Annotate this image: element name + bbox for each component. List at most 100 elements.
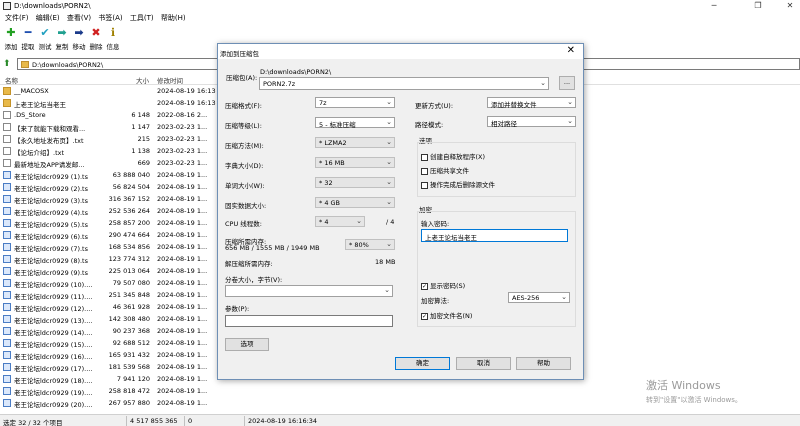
chevron-down-icon: ⌄ bbox=[561, 293, 567, 301]
minimize-icon[interactable]: ─ bbox=[708, 1, 720, 11]
encryption-method-label: 加密算法: bbox=[421, 297, 450, 305]
app-icon bbox=[3, 2, 11, 10]
file-size: 316 367 152 bbox=[108, 195, 150, 203]
file-name: .DS_Store bbox=[14, 111, 46, 119]
cpu-threads-combo[interactable]: * 4 ⌄ bbox=[315, 216, 365, 227]
menu-file[interactable]: 文件(F) bbox=[5, 12, 29, 24]
menu-help[interactable]: 帮助(H) bbox=[161, 12, 186, 24]
file-date: 2024-08-19 1... bbox=[157, 375, 208, 383]
status-modified: 2024-08-19 16:16:34 bbox=[248, 417, 318, 425]
archive-label: 压缩包(A): bbox=[226, 74, 258, 82]
menu-edit[interactable]: 编辑(E) bbox=[36, 12, 60, 24]
file-date: 2024-08-19 1... bbox=[157, 171, 208, 179]
up-folder-icon[interactable]: ⬆ bbox=[3, 59, 11, 69]
solid-block-size-combo[interactable]: * 4 GB ⌄ bbox=[315, 197, 395, 208]
menu-tools[interactable]: 工具(T) bbox=[130, 12, 154, 24]
file-name: 老王论坛ldcr0929 (1).ts bbox=[14, 173, 88, 181]
video-file-icon bbox=[3, 267, 11, 275]
checkbox-box: ✓ bbox=[421, 282, 428, 290]
video-file-icon bbox=[3, 243, 11, 251]
memory-percent-combo[interactable]: * 80% ⌄ bbox=[345, 239, 395, 250]
chevron-down-icon: ⌄ bbox=[384, 286, 390, 294]
file-date: 2024-08-19 1... bbox=[157, 255, 208, 263]
chevron-down-icon: ⌄ bbox=[386, 98, 392, 106]
compression-level-combo[interactable]: 5 - 标准压缩 ⌄ bbox=[315, 117, 395, 129]
video-file-icon bbox=[3, 291, 11, 299]
file-date: 2023-02-23 1... bbox=[157, 135, 208, 143]
options-button[interactable]: 选项 bbox=[225, 338, 269, 351]
file-size: 1 147 bbox=[131, 123, 150, 131]
chevron-down-icon: ⌄ bbox=[386, 178, 392, 186]
archive-dir: D:\downloads\PORN2\ bbox=[260, 68, 332, 76]
file-date: 2024-08-19 1... bbox=[157, 303, 208, 311]
column-size[interactable]: 大小 bbox=[136, 75, 149, 85]
ok-button[interactable]: 确定 bbox=[395, 357, 450, 370]
dialog-close-icon[interactable]: ✕ bbox=[567, 45, 575, 56]
encrypt-filenames-checkbox[interactable]: ✓ 加密文件名(N) bbox=[421, 310, 472, 320]
split-volume-combo[interactable]: ⌄ bbox=[225, 285, 393, 297]
menu-bar: 文件(F) 编辑(E) 查看(V) 书签(A) 工具(T) 帮助(H) bbox=[0, 12, 800, 24]
word-size-combo[interactable]: * 32 ⌄ bbox=[315, 177, 395, 188]
compression-method-combo[interactable]: * LZMA2 ⌄ bbox=[315, 137, 395, 148]
file-size: 142 308 480 bbox=[108, 315, 150, 323]
dialog-title: 添加到压缩包 bbox=[220, 50, 259, 58]
compression-method-label: 压缩方法(M): bbox=[225, 142, 264, 150]
file-date: 2023-02-23 1... bbox=[157, 159, 208, 167]
menu-view[interactable]: 查看(V) bbox=[67, 12, 91, 24]
show-password-checkbox[interactable]: ✓ 显示密码(S) bbox=[421, 280, 465, 290]
file-size: 165 931 432 bbox=[108, 351, 150, 359]
folder-icon bbox=[3, 99, 11, 107]
menu-bookmarks[interactable]: 书签(A) bbox=[98, 12, 122, 24]
file-date: 2024-08-19 1... bbox=[157, 315, 208, 323]
help-button[interactable]: 帮助 bbox=[516, 357, 571, 370]
compress-shared-checkbox[interactable]: 压缩共享文件 bbox=[421, 165, 469, 175]
chevron-down-icon: ⌄ bbox=[386, 138, 392, 146]
file-icon bbox=[3, 135, 11, 143]
file-size: 92 688 512 bbox=[112, 339, 150, 347]
browse-button[interactable]: ... bbox=[559, 76, 575, 90]
file-name: 老王论坛ldcr0929 (7).ts bbox=[14, 245, 88, 253]
folder-icon bbox=[21, 61, 29, 68]
archive-format-combo[interactable]: 7z ⌄ bbox=[315, 97, 395, 108]
encryption-method-combo[interactable]: AES-256 ⌄ bbox=[508, 292, 570, 303]
update-mode-label: 更新方式(U): bbox=[415, 102, 454, 110]
column-modified[interactable]: 修改时间 bbox=[157, 75, 183, 85]
file-name: 最新地址及APP请发邮... bbox=[14, 161, 85, 169]
password-input[interactable]: 上老王论坛当老王 bbox=[421, 229, 568, 242]
decompress-memory-label: 解压缩所需内存: bbox=[225, 260, 273, 268]
params-input[interactable] bbox=[225, 315, 393, 327]
close-icon[interactable]: ✕ bbox=[784, 1, 796, 11]
video-file-icon bbox=[3, 399, 11, 407]
file-name: 上老王论坛当老王 bbox=[14, 101, 66, 109]
file-date: 2024-08-19 1... bbox=[157, 363, 208, 371]
path-mode-combo[interactable]: 相对路径 ⌄ bbox=[487, 116, 576, 128]
archive-name-combo[interactable]: PORN2.7z ⌄ bbox=[259, 77, 549, 90]
column-name[interactable]: 名称 bbox=[5, 75, 18, 85]
delete-after-checkbox[interactable]: 操作完成后删除源文件 bbox=[421, 179, 495, 189]
file-name: 老王论坛ldcr0929 (11).... bbox=[14, 293, 93, 301]
file-size: 123 774 312 bbox=[108, 255, 150, 263]
activation-watermark: 激活 Windows 转到"设置"以激活 Windows。 bbox=[646, 379, 742, 404]
file-name: 老王论坛ldcr0929 (5).ts bbox=[14, 221, 88, 229]
create-sfx-checkbox[interactable]: 创建自释放程序(X) bbox=[421, 151, 485, 161]
file-name: 老王论坛ldcr0929 (18).... bbox=[14, 377, 93, 385]
video-file-icon bbox=[3, 375, 11, 383]
toolbar-button-6[interactable]: ℹ 信息 bbox=[103, 25, 123, 55]
update-mode-combo[interactable]: 添加并替换文件 ⌄ bbox=[487, 97, 576, 109]
file-size: 669 bbox=[137, 159, 150, 167]
file-name: 老王论坛ldcr0929 (3).ts bbox=[14, 197, 88, 205]
cancel-button[interactable]: 取消 bbox=[456, 357, 511, 370]
file-date: 2024-08-19 1... bbox=[157, 399, 208, 407]
status-selection: 选定 32 / 32 个项目 bbox=[3, 419, 63, 426]
chevron-down-icon: ⌄ bbox=[386, 118, 392, 126]
window-titlebar: D:\downloads\PORN2\ ─ ❐ ✕ bbox=[0, 0, 800, 12]
chevron-down-icon: ⌄ bbox=[386, 240, 392, 248]
checkbox-box: ✓ bbox=[421, 312, 428, 320]
file-date: 2024-08-19 1... bbox=[157, 387, 208, 395]
file-name: 【论坛介绍】.txt bbox=[14, 149, 65, 157]
file-name: 老王论坛ldcr0929 (14).... bbox=[14, 329, 93, 337]
dictionary-size-combo[interactable]: * 16 MB ⌄ bbox=[315, 157, 395, 168]
video-file-icon bbox=[3, 387, 11, 395]
maximize-icon[interactable]: ❐ bbox=[752, 1, 764, 11]
file-size: 168 534 856 bbox=[108, 243, 150, 251]
